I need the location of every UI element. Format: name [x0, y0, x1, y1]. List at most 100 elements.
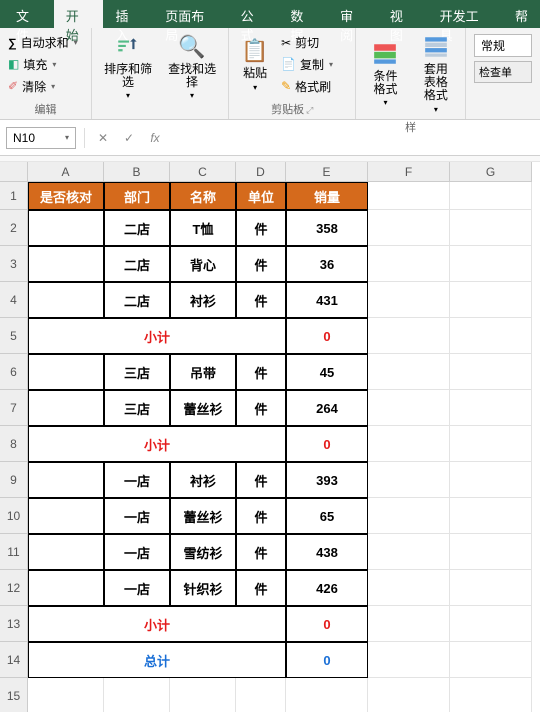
cell[interactable]: 一店 — [104, 462, 170, 498]
number-format-dropdown[interactable]: 常规 — [474, 34, 532, 57]
row-header[interactable]: 2 — [0, 210, 28, 246]
enter-formula-icon[interactable]: ✓ — [119, 131, 139, 145]
cell[interactable]: 一店 — [104, 498, 170, 534]
col-header[interactable]: A — [28, 162, 104, 182]
find-select-button[interactable]: 🔍 查找和选择▾ — [160, 30, 224, 103]
cell[interactable] — [450, 534, 532, 570]
table-format-button[interactable]: 套用 表格格式▾ — [411, 30, 461, 117]
cell[interactable] — [450, 246, 532, 282]
cell[interactable]: 小计 — [28, 318, 286, 354]
cell[interactable]: 件 — [236, 498, 286, 534]
cell[interactable]: 针织衫 — [170, 570, 236, 606]
cell[interactable]: 小计 — [28, 426, 286, 462]
row-header[interactable]: 7 — [0, 390, 28, 426]
cell[interactable]: 件 — [236, 462, 286, 498]
fill-button[interactable]: ◧填充▾ — [4, 54, 82, 75]
cond-format-button[interactable]: 条件格式▾ — [360, 30, 410, 117]
cell[interactable] — [368, 182, 450, 210]
cell[interactable] — [450, 182, 532, 210]
row-header[interactable]: 8 — [0, 426, 28, 462]
group-label-editing[interactable]: 编辑 — [4, 99, 87, 119]
cell[interactable]: 0 — [286, 606, 368, 642]
cell[interactable] — [368, 606, 450, 642]
row-header[interactable]: 11 — [0, 534, 28, 570]
col-header[interactable]: G — [450, 162, 532, 182]
grid[interactable]: 是否核对部门名称单位销量二店T恤件358二店背心件36二店衬衫件431小计0三店… — [28, 182, 532, 712]
cell[interactable] — [368, 318, 450, 354]
row-header[interactable]: 13 — [0, 606, 28, 642]
tab-review[interactable]: 审阅 — [328, 0, 378, 28]
cell[interactable]: 总计 — [28, 642, 286, 678]
cell[interactable] — [28, 354, 104, 390]
cell[interactable] — [450, 678, 532, 712]
spreadsheet[interactable]: A B C D E F G 123456789101112131415 是否核对… — [0, 162, 540, 712]
cell[interactable] — [450, 210, 532, 246]
cell[interactable]: 件 — [236, 570, 286, 606]
cell[interactable] — [368, 498, 450, 534]
cell[interactable]: 一店 — [104, 534, 170, 570]
cell[interactable]: 0 — [286, 426, 368, 462]
cell[interactable] — [450, 282, 532, 318]
cell[interactable]: 0 — [286, 642, 368, 678]
check-button[interactable]: 检查单 — [474, 61, 532, 83]
cell[interactable] — [368, 246, 450, 282]
cell[interactable]: 件 — [236, 354, 286, 390]
cell[interactable]: 0 — [286, 318, 368, 354]
cell[interactable] — [450, 498, 532, 534]
cell[interactable]: 蕾丝衫 — [170, 498, 236, 534]
cell[interactable] — [450, 354, 532, 390]
fx-icon[interactable]: fx — [145, 131, 165, 145]
cell[interactable]: 二店 — [104, 246, 170, 282]
cell[interactable]: T恤 — [170, 210, 236, 246]
cell[interactable]: 431 — [286, 282, 368, 318]
cell[interactable]: 三店 — [104, 354, 170, 390]
tab-data[interactable]: 数据 — [278, 0, 328, 28]
cell[interactable] — [28, 390, 104, 426]
cell[interactable] — [236, 678, 286, 712]
cell[interactable]: 部门 — [104, 182, 170, 210]
cell[interactable]: 438 — [286, 534, 368, 570]
col-header[interactable]: C — [170, 162, 236, 182]
cell[interactable] — [28, 210, 104, 246]
cell[interactable] — [28, 462, 104, 498]
cell[interactable] — [368, 354, 450, 390]
format-painter-button[interactable]: ✎格式刷 — [277, 76, 337, 97]
cell[interactable]: 45 — [286, 354, 368, 390]
tab-layout[interactable]: 页面布局 — [153, 0, 228, 28]
row-header[interactable]: 1 — [0, 182, 28, 210]
name-box[interactable]: N10▾ — [6, 127, 76, 149]
cell[interactable]: 36 — [286, 246, 368, 282]
sort-filter-button[interactable]: 排序和筛选▾ — [96, 30, 160, 103]
tab-home[interactable]: 开始 — [54, 0, 104, 28]
col-header[interactable]: B — [104, 162, 170, 182]
cell[interactable]: 背心 — [170, 246, 236, 282]
cell[interactable] — [450, 318, 532, 354]
cell[interactable]: 件 — [236, 210, 286, 246]
cell[interactable] — [368, 282, 450, 318]
cell[interactable]: 二店 — [104, 210, 170, 246]
select-all-corner[interactable] — [0, 162, 28, 182]
tab-help[interactable]: 帮 — [503, 0, 540, 28]
row-header[interactable]: 15 — [0, 678, 28, 712]
cell[interactable] — [104, 678, 170, 712]
cell[interactable]: 358 — [286, 210, 368, 246]
cell[interactable]: 衬衫 — [170, 462, 236, 498]
cell[interactable]: 是否核对 — [28, 182, 104, 210]
col-header[interactable]: F — [368, 162, 450, 182]
col-header[interactable]: E — [286, 162, 368, 182]
clear-button[interactable]: ✐清除▾ — [4, 76, 82, 97]
row-header[interactable]: 14 — [0, 642, 28, 678]
cell[interactable] — [450, 462, 532, 498]
cell[interactable] — [368, 426, 450, 462]
cell[interactable]: 衬衫 — [170, 282, 236, 318]
row-header[interactable]: 10 — [0, 498, 28, 534]
tab-formulas[interactable]: 公式 — [229, 0, 279, 28]
cell[interactable] — [28, 570, 104, 606]
group-label-clipboard[interactable]: 剪贴板⤢ — [233, 99, 351, 119]
tab-insert[interactable]: 插入 — [103, 0, 153, 28]
cell[interactable]: 件 — [236, 282, 286, 318]
cell[interactable]: 393 — [286, 462, 368, 498]
cell[interactable] — [368, 678, 450, 712]
row-header[interactable]: 12 — [0, 570, 28, 606]
col-header[interactable]: D — [236, 162, 286, 182]
